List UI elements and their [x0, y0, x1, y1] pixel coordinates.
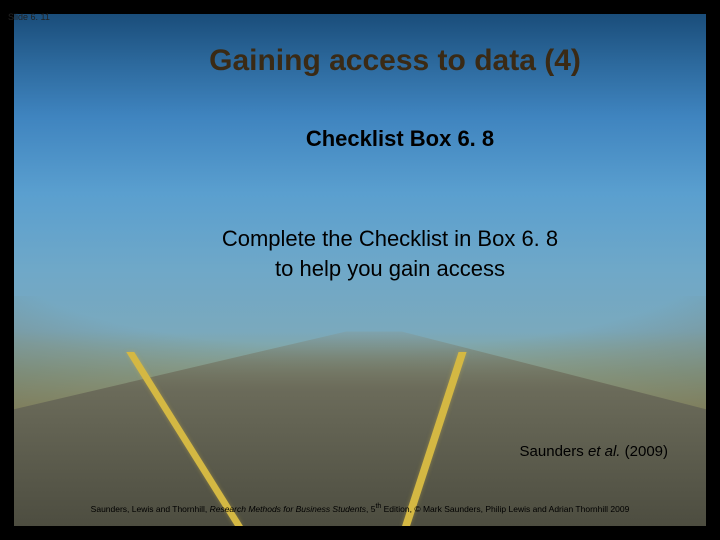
citation-year: (2009)	[620, 443, 668, 460]
footer-authors: Saunders, Lewis and Thornhill,	[91, 504, 210, 514]
citation-author: Saunders	[520, 443, 588, 460]
footer-edition: , 5th	[366, 504, 381, 514]
slide-number-label: Slide 6. 11	[8, 12, 50, 22]
slide-title: Gaining access to data (4)	[14, 44, 706, 78]
footer-book-title: Research Methods for Business Students	[210, 504, 366, 514]
slide-subtitle: Checklist Box 6. 8	[14, 126, 706, 152]
footer-credits: Saunders, Lewis and Thornhill, Research …	[14, 503, 706, 514]
slide-body: Complete the Checklist in Box 6. 8 to he…	[14, 224, 706, 283]
body-line-2: to help you gain access	[74, 254, 706, 284]
footer-copyright: Edition, © Mark Saunders, Philip Lewis a…	[381, 504, 629, 514]
body-line-1: Complete the Checklist in Box 6. 8	[74, 224, 706, 254]
slide-canvas: Gaining access to data (4) Checklist Box…	[14, 14, 706, 526]
citation-etal: et al.	[588, 443, 621, 460]
citation: Saunders et al. (2009)	[520, 443, 668, 460]
